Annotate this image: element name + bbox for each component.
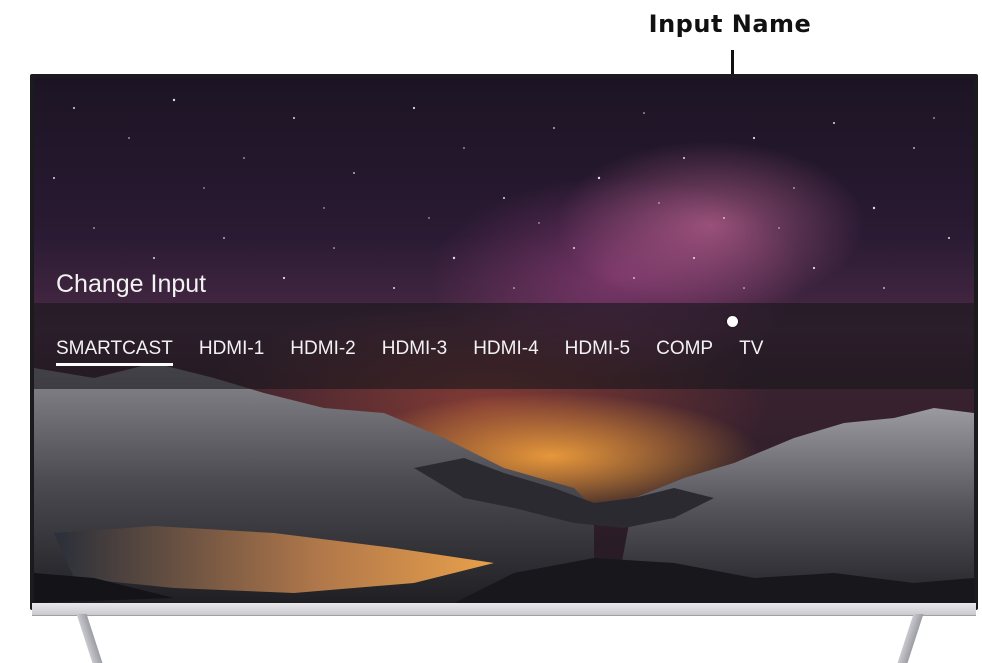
tv-bottom-trim	[32, 603, 976, 616]
tv-leg-left	[76, 614, 104, 663]
input-list: SMARTCAST HDMI-1 HDMI-2 HDMI-3 HDMI-4 HD…	[56, 338, 789, 366]
input-option-smartcast[interactable]: SMARTCAST	[56, 338, 173, 366]
input-option-hdmi-5[interactable]: HDMI-5	[565, 338, 630, 360]
input-option-tv[interactable]: TV	[739, 338, 763, 360]
callout-label: Input Name	[648, 10, 812, 38]
tv-leg-right	[896, 614, 924, 663]
input-option-hdmi-3[interactable]: HDMI-3	[382, 338, 447, 360]
illustration-stage: Input Name Change Input SMARTCAST HDMI-1…	[0, 0, 982, 663]
input-option-hdmi-2[interactable]: HDMI-2	[290, 338, 355, 360]
input-option-hdmi-1[interactable]: HDMI-1	[199, 338, 264, 360]
menu-title: Change Input	[56, 270, 207, 298]
input-option-comp[interactable]: COMP	[656, 338, 713, 360]
input-option-hdmi-4[interactable]: HDMI-4	[473, 338, 538, 360]
callout-pointer-dot	[727, 316, 738, 327]
